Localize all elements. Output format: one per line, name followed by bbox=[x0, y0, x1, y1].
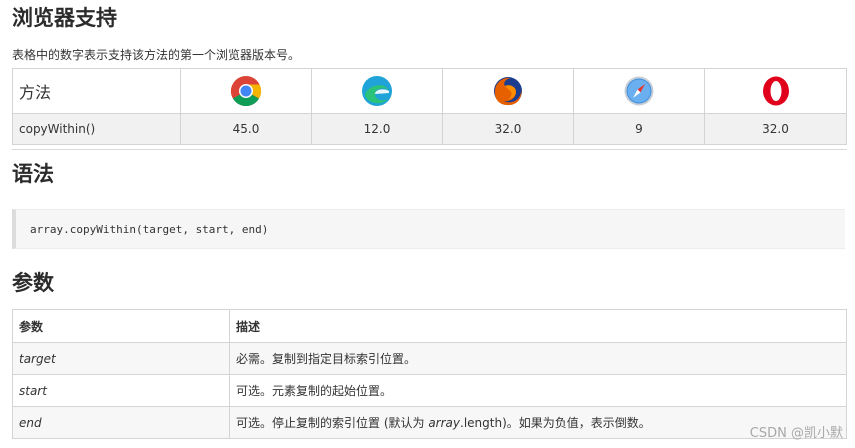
chrome-icon bbox=[231, 76, 261, 107]
parameters-heading: 参数 bbox=[12, 271, 54, 295]
param-description-emphasis: array bbox=[428, 416, 460, 430]
param-name: target bbox=[12, 342, 230, 375]
syntax-heading: 语法 bbox=[12, 162, 54, 186]
param-name: end bbox=[12, 406, 230, 439]
edge-version-cell: 12.0 bbox=[311, 113, 443, 145]
browser-support-intro: 表格中的数字表示支持该方法的第一个浏览器版本号。 bbox=[12, 48, 301, 62]
param-name: start bbox=[12, 374, 230, 407]
chrome-version-cell: 45.0 bbox=[180, 113, 312, 145]
description-column-header: 描述 bbox=[229, 309, 847, 343]
opera-icon bbox=[762, 76, 789, 106]
firefox-icon bbox=[494, 77, 522, 106]
opera-version-cell: 32.0 bbox=[704, 113, 847, 145]
safari-column-header bbox=[573, 68, 705, 114]
table-row: target 必需。复制到指定目标索引位置。 bbox=[12, 342, 847, 375]
param-description: 必需。复制到指定目标索引位置。 bbox=[229, 342, 847, 375]
safari-icon bbox=[624, 76, 654, 106]
parameters-table: 参数 描述 target 必需。复制到指定目标索引位置。 start 可选。元素… bbox=[12, 309, 847, 439]
syntax-code: array.copyWithin(target, start, end) bbox=[30, 223, 269, 236]
opera-column-header bbox=[704, 68, 847, 114]
browser-support-heading: 浏览器支持 bbox=[12, 6, 117, 30]
browser-support-table: 方法 copyWithin() 45.0 12.0 32.0 9 32.0 bbox=[12, 68, 847, 145]
firefox-version-cell: 32.0 bbox=[442, 113, 574, 145]
param-column-header: 参数 bbox=[12, 309, 230, 343]
edge-column-header bbox=[311, 68, 443, 114]
safari-version-cell: 9 bbox=[573, 113, 705, 145]
param-description-text-end: .length)。如果为负值，表示倒数。 bbox=[460, 416, 651, 430]
method-column-header: 方法 bbox=[12, 68, 181, 114]
param-description: 可选。元素复制的起始位置。 bbox=[229, 374, 847, 407]
chrome-column-header bbox=[180, 68, 312, 114]
section-divider bbox=[12, 149, 847, 150]
param-description-text: 可选。停止复制的索引位置 (默认为 bbox=[236, 416, 429, 430]
syntax-code-block: array.copyWithin(target, start, end) bbox=[12, 209, 845, 249]
table-row: start 可选。元素复制的起始位置。 bbox=[12, 374, 847, 407]
edge-icon bbox=[362, 76, 392, 106]
firefox-column-header bbox=[442, 68, 574, 114]
watermark: CSDN @凯小默 bbox=[749, 426, 843, 441]
method-name-cell: copyWithin() bbox=[12, 113, 181, 145]
table-row: end 可选。停止复制的索引位置 (默认为 array.length)。如果为负… bbox=[12, 406, 847, 439]
